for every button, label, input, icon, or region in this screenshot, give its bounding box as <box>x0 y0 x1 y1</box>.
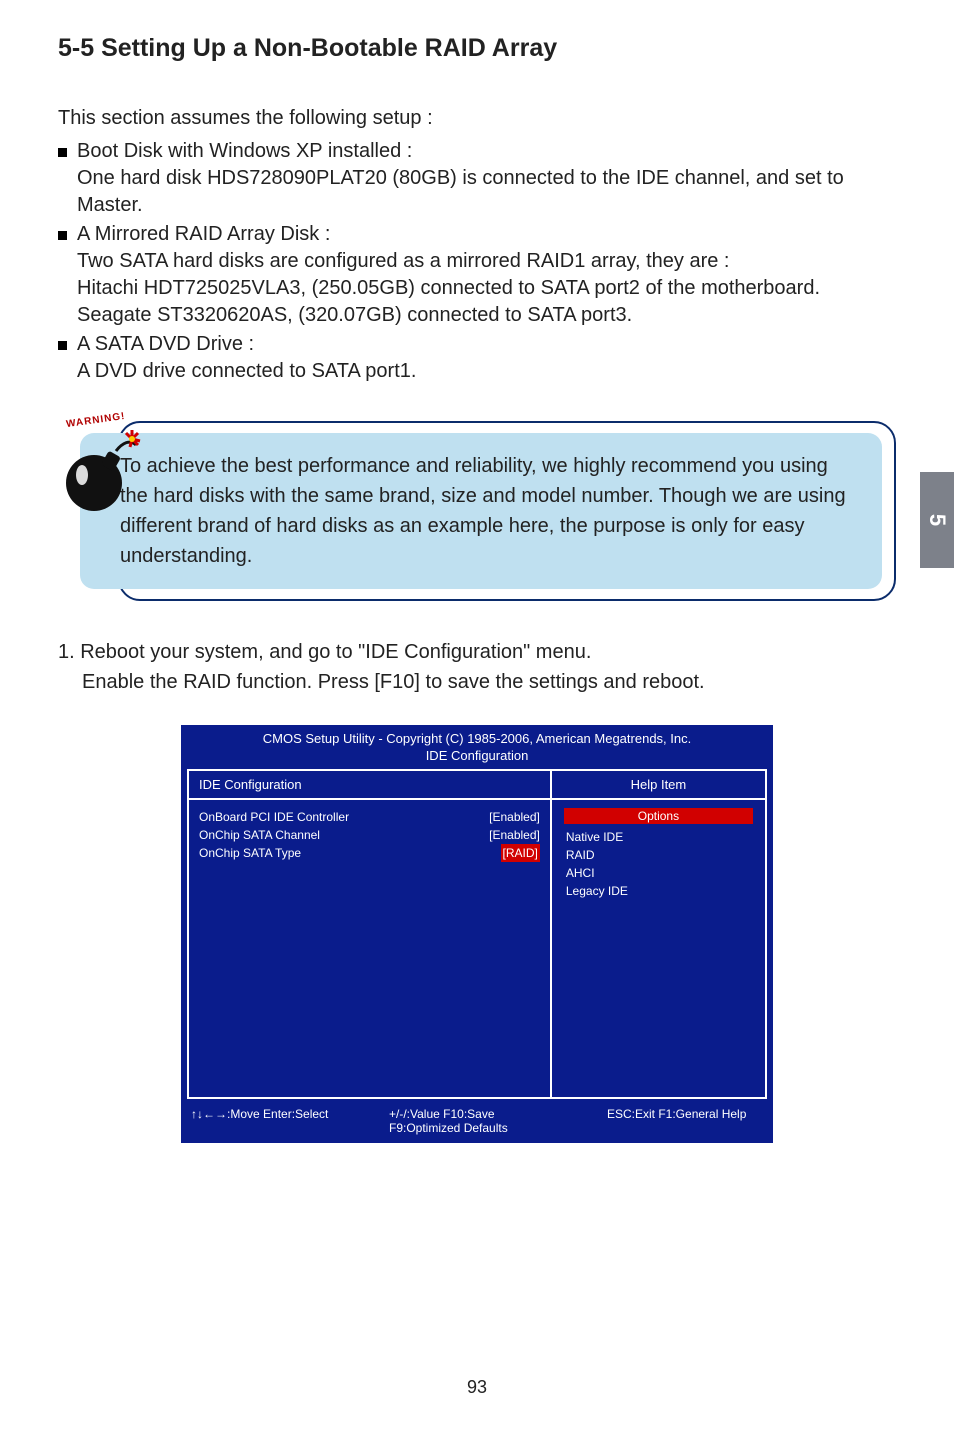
bullet-body-line: Two SATA hard disks are configured as a … <box>77 248 896 275</box>
bios-setting-value: [Enabled] <box>489 808 540 826</box>
bios-setting-value-selected: [RAID] <box>501 844 540 862</box>
chapter-tab: 5 <box>920 472 954 568</box>
step-line: 1. Reboot your system, and go to "IDE Co… <box>58 637 896 667</box>
bomb-icon <box>54 425 144 515</box>
bios-footer-defaults: F9:Optimized Defaults <box>389 1121 589 1135</box>
bullet-title: A SATA DVD Drive : <box>77 331 254 358</box>
callout-text: To achieve the best performance and reli… <box>80 433 882 589</box>
bios-option: Legacy IDE <box>566 882 751 900</box>
bios-setting-label: OnChip SATA Channel <box>199 826 320 844</box>
bullet-item: A Mirrored RAID Array Disk : <box>58 221 896 248</box>
bullet-title: Boot Disk with Windows XP installed : <box>77 138 412 165</box>
bios-setting-label: OnChip SATA Type <box>199 844 301 862</box>
square-bullet-icon <box>58 231 67 240</box>
section-heading: 5-5 Setting Up a Non-Bootable RAID Array <box>58 34 896 63</box>
intro-text: This section assumes the following setup… <box>58 105 896 132</box>
warning-callout: WARNING! To achieve the best performance… <box>58 421 896 601</box>
bios-options-title: Options <box>564 808 753 824</box>
callout-frame: To achieve the best performance and reli… <box>118 421 896 601</box>
bios-option: AHCI <box>566 864 751 882</box>
bios-setting-label: OnBoard PCI IDE Controller <box>199 808 349 826</box>
bullet-item: A SATA DVD Drive : <box>58 331 896 358</box>
bios-right-panel: Help Item Options Native IDE RAID AHCI L… <box>552 771 765 1097</box>
bios-subtitle: IDE Configuration <box>181 748 773 769</box>
bios-option: Native IDE <box>566 828 751 846</box>
square-bullet-icon <box>58 148 67 157</box>
bios-option: RAID <box>566 846 751 864</box>
bios-screenshot: CMOS Setup Utility - Copyright (C) 1985-… <box>181 725 773 1143</box>
bios-setting-row: OnBoard PCI IDE Controller [Enabled] <box>199 808 540 826</box>
bullet-item: Boot Disk with Windows XP installed : <box>58 138 896 165</box>
step-line: Enable the RAID function. Press [F10] to… <box>82 667 896 697</box>
bios-left-header: IDE Configuration <box>189 771 550 800</box>
bios-footer-value: +/-/:Value F10:Save <box>389 1107 589 1121</box>
page-number: 93 <box>0 1377 954 1398</box>
bullet-body-line: Seagate ST3320620AS, (320.07GB) connecte… <box>77 302 896 329</box>
bios-left-panel: IDE Configuration OnBoard PCI IDE Contro… <box>189 771 552 1097</box>
bios-footer-exit: ESC:Exit F1:General Help <box>607 1107 763 1135</box>
bios-setting-row: OnChip SATA Type [RAID] <box>199 844 540 862</box>
bios-title: CMOS Setup Utility - Copyright (C) 1985-… <box>181 725 773 748</box>
bios-setting-row: OnChip SATA Channel [Enabled] <box>199 826 540 844</box>
bios-settings-list: OnBoard PCI IDE Controller [Enabled] OnC… <box>189 800 550 870</box>
bios-footer-center: +/-/:Value F10:Save F9:Optimized Default… <box>389 1107 589 1135</box>
bullet-body-line: Hitachi HDT725025VLA3, (250.05GB) connec… <box>77 275 896 302</box>
bios-footer: ↑↓←→:Move Enter:Select +/-/:Value F10:Sa… <box>181 1103 773 1143</box>
step-text: 1. Reboot your system, and go to "IDE Co… <box>58 637 896 697</box>
square-bullet-icon <box>58 341 67 350</box>
bios-body: IDE Configuration OnBoard PCI IDE Contro… <box>187 769 767 1099</box>
bios-setting-value: [Enabled] <box>489 826 540 844</box>
bullet-body-line: A DVD drive connected to SATA port1. <box>77 358 896 385</box>
bios-options-list: Native IDE RAID AHCI Legacy IDE <box>552 828 765 900</box>
bios-footer-move: ↑↓←→:Move Enter:Select <box>191 1107 371 1135</box>
bullet-title: A Mirrored RAID Array Disk : <box>77 221 330 248</box>
bullet-body-line: One hard disk HDS728090PLAT20 (80GB) is … <box>77 165 896 219</box>
bios-help-header: Help Item <box>552 771 765 800</box>
chapter-number: 5 <box>924 514 950 526</box>
